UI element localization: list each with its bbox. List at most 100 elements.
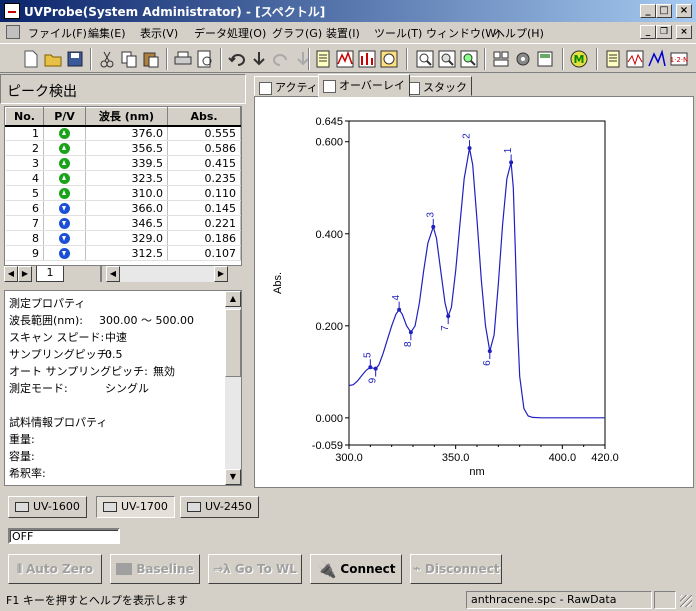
layout-icon[interactable] (490, 48, 512, 70)
table-row[interactable]: 1 376.0 0.555 (5, 124, 241, 141)
print-icon[interactable] (172, 48, 194, 70)
maximize-button[interactable]: □ (656, 4, 672, 18)
cell-wavelength: 366.0 (85, 200, 168, 216)
property-key: 測定プロパティ (9, 297, 86, 310)
scroll-thumb[interactable] (225, 309, 241, 377)
redo-icon[interactable] (270, 48, 292, 70)
mdi-restore-button[interactable]: ❐ (656, 25, 672, 39)
menu-data-processing[interactable]: データ処理(O) (194, 25, 266, 41)
table-icon[interactable] (602, 48, 624, 70)
mdi-close-button[interactable]: × (676, 25, 692, 39)
menu-tools[interactable]: ツール(T) (374, 25, 422, 41)
connect-button[interactable]: 🔌 Connect (310, 554, 402, 584)
spectrum-tool-icon[interactable] (356, 48, 378, 70)
mdi-minimize-button[interactable]: _ (640, 25, 656, 39)
undo-icon[interactable] (226, 48, 248, 70)
peak-label: 5 (362, 352, 373, 358)
col-no[interactable]: No. (5, 107, 44, 126)
table-row[interactable]: 7 346.5 0.221 (5, 215, 241, 231)
plug-icon: 🔌 (316, 559, 337, 579)
menu-edit[interactable]: 編集(E) (88, 25, 126, 41)
menu-file[interactable]: ファイル(F) (28, 25, 87, 41)
menu-help[interactable]: ヘルプ(H) (494, 25, 544, 41)
go-to-wl-button[interactable]: ⇒λ Go To WL (208, 554, 302, 584)
measure-icon[interactable] (378, 48, 400, 70)
table-row[interactable]: 6 366.0 0.145 (5, 200, 241, 216)
baseline-icon (116, 563, 133, 575)
peak-area-icon[interactable] (646, 48, 668, 70)
auto-zero-button[interactable]: ⫴ Auto Zero (8, 554, 102, 584)
go-to-wl-label: Go To WL (234, 562, 297, 576)
resize-grip-icon[interactable] (680, 595, 692, 607)
hscroll-left-icon[interactable]: ◀ (106, 266, 120, 282)
m-icon[interactable]: M (568, 48, 590, 70)
scroll-up-icon[interactable]: ▲ (225, 291, 241, 307)
property-value: 中速 (105, 331, 127, 344)
down-arrow-icon[interactable] (248, 48, 270, 70)
save-icon[interactable] (64, 48, 86, 70)
cut-icon[interactable] (96, 48, 118, 70)
new-file-icon[interactable] (20, 48, 42, 70)
sheet-next-icon[interactable]: ▶ (18, 266, 32, 282)
tab-uv-1700-label: UV-1700 (121, 500, 168, 513)
cell-abs: 0.145 (167, 200, 241, 216)
app-icon[interactable] (4, 3, 20, 19)
calc-icon[interactable]: 1·2·N (668, 48, 690, 70)
cell-pv (43, 124, 86, 141)
properties-scrollbar[interactable]: ▲ ▼ (225, 291, 241, 485)
zoom-in-icon[interactable] (414, 48, 436, 70)
table-row[interactable]: 2 356.5 0.586 (5, 140, 241, 156)
paste-icon[interactable] (140, 48, 162, 70)
minimize-button[interactable]: _ (640, 4, 656, 18)
tab-uv-1700[interactable]: UV-1700 (96, 496, 175, 518)
hscroll-track[interactable] (120, 266, 214, 282)
table-row[interactable]: 5 310.0 0.110 (5, 185, 241, 201)
y-tick-label: 0.200 (315, 321, 343, 333)
property-value: 300.00 ～ 500.00 (99, 314, 194, 327)
property-row: スキャン スピード: 中速 (9, 329, 225, 346)
menu-window[interactable]: ウィンドウ(W) (426, 25, 500, 41)
table-row[interactable]: 4 323.5 0.235 (5, 170, 241, 186)
sheet-prev-icon[interactable]: ◀ (4, 266, 18, 282)
tab-stack[interactable]: スタック (402, 76, 472, 96)
table-row[interactable]: 9 312.5 0.107 (5, 245, 241, 261)
zoom-all-icon[interactable] (458, 48, 480, 70)
property-row (9, 397, 225, 414)
property-row: 重量: (9, 431, 225, 448)
peak-up-icon (59, 128, 70, 140)
scroll-down-icon[interactable]: ▼ (225, 469, 241, 485)
tab-overlay[interactable]: オーバーレイ (318, 74, 410, 97)
peak-pick-icon[interactable] (334, 48, 356, 70)
hscroll-right-icon[interactable]: ▶ (214, 266, 228, 282)
table-row[interactable]: 3 339.5 0.415 (5, 155, 241, 171)
peak-up-icon (59, 188, 70, 199)
y-axis-label: Abs. (272, 272, 284, 294)
spectrum-chart[interactable]: 0.645 0.600 0.400 0.200 0.000 -0.059 300.0 350.… (254, 96, 694, 488)
tab-uv-1600[interactable]: UV-1600 (8, 496, 87, 518)
copy-icon[interactable] (118, 48, 140, 70)
menu-graph[interactable]: グラフ(G) (272, 25, 322, 41)
properties-icon[interactable] (312, 48, 334, 70)
x-tick-label: 350.0 (442, 452, 470, 464)
col-wavelength[interactable]: 波長 (nm) (85, 107, 168, 126)
tab-uv-2450[interactable]: UV-2450 (180, 496, 259, 518)
print-preview-icon[interactable] (194, 48, 216, 70)
zoom-out-icon[interactable] (436, 48, 458, 70)
down-arrow-disabled-icon[interactable] (292, 48, 314, 70)
derivative-icon[interactable] (624, 48, 646, 70)
settings-icon[interactable] (512, 48, 534, 70)
spectrum-chart-svg[interactable]: 0.645 0.600 0.400 0.200 0.000 -0.059300.0 350.… (255, 97, 693, 487)
report-icon[interactable] (534, 48, 556, 70)
col-pv[interactable]: P/V (43, 107, 86, 126)
open-folder-icon[interactable] (42, 48, 64, 70)
table-row[interactable]: 8 329.0 0.186 (5, 230, 241, 246)
document-icon[interactable] (6, 25, 20, 39)
menu-view[interactable]: 表示(V) (140, 25, 178, 41)
sheet-tab-1[interactable]: 1 (36, 266, 64, 282)
col-abs[interactable]: Abs. (167, 107, 241, 126)
property-key: 試料情報プロパティ (9, 416, 108, 429)
baseline-button[interactable]: Baseline (110, 554, 200, 584)
disconnect-button[interactable]: ⌁ Disconnect (410, 554, 502, 584)
menu-instrument[interactable]: 装置(I) (326, 25, 360, 41)
close-button[interactable]: × (676, 4, 692, 18)
